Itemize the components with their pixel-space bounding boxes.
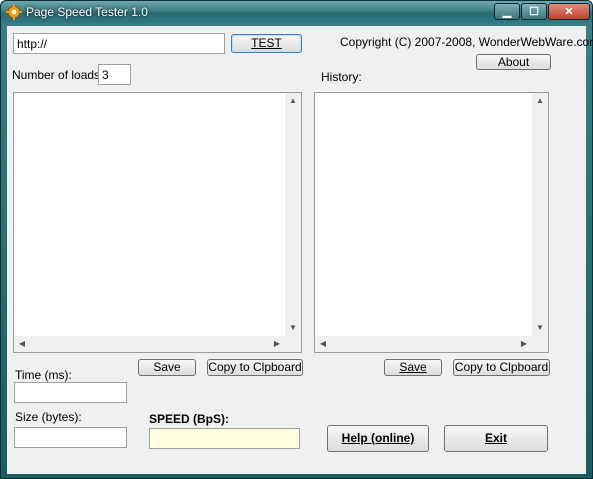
results-horizontal-scrollbar[interactable]: ◀ ▶ — [14, 336, 285, 352]
scroll-up-arrow-icon[interactable]: ▲ — [532, 93, 548, 109]
history-horizontal-scrollbar[interactable]: ◀ ▶ — [315, 336, 532, 352]
number-of-loads-input[interactable] — [98, 64, 131, 85]
gear-app-icon — [6, 4, 22, 20]
scroll-right-arrow-icon[interactable]: ▶ — [516, 336, 532, 352]
history-listbox[interactable]: ▲ ▼ ◀ ▶ — [314, 92, 549, 353]
results-copy-to-clipboard-button[interactable]: Copy to Clpboard — [207, 359, 303, 376]
exit-label: Exit — [484, 431, 507, 445]
maximize-button[interactable]: ☐ — [521, 3, 547, 20]
number-of-loads-label: Number of loads: — [12, 68, 104, 82]
scroll-up-arrow-icon[interactable]: ▲ — [285, 93, 301, 109]
exit-button[interactable]: Exit — [444, 425, 548, 452]
test-button-label: TEST — [251, 36, 282, 50]
history-save-button[interactable]: Save — [384, 359, 442, 376]
client-area: TEST Copyright (C) 2007-2008, WonderWebW… — [7, 26, 593, 474]
test-button[interactable]: TEST — [231, 34, 302, 53]
history-copy-to-clipboard-button[interactable]: Copy to Clpboard — [453, 359, 550, 376]
speed-field[interactable] — [149, 428, 300, 449]
close-button[interactable]: ✕ — [548, 3, 590, 20]
results-listbox[interactable]: ▲ ▼ ◀ ▶ — [13, 92, 302, 353]
history-save-label: Save — [399, 360, 427, 374]
scroll-down-arrow-icon[interactable]: ▼ — [532, 320, 548, 336]
results-save-button[interactable]: Save — [138, 359, 196, 376]
time-label: Time (ms): — [15, 368, 72, 382]
help-online-button[interactable]: Help (online) — [327, 425, 429, 452]
scrollbar-corner — [532, 336, 548, 352]
scroll-right-arrow-icon[interactable]: ▶ — [269, 336, 285, 352]
speed-label: SPEED (BpS): — [149, 412, 230, 426]
results-vertical-scrollbar[interactable]: ▲ ▼ — [285, 93, 301, 336]
title-bar[interactable]: Page Speed Tester 1.0 ▁ ☐ ✕ — [1, 1, 592, 23]
history-vertical-scrollbar[interactable]: ▲ ▼ — [532, 93, 548, 336]
scrollbar-corner — [285, 336, 301, 352]
size-field[interactable] — [14, 427, 127, 448]
app-window: Page Speed Tester 1.0 ▁ ☐ ✕ TEST Copyrig… — [0, 0, 593, 479]
time-field[interactable] — [14, 382, 127, 403]
scroll-down-arrow-icon[interactable]: ▼ — [285, 320, 301, 336]
scroll-left-arrow-icon[interactable]: ◀ — [315, 336, 331, 352]
window-title: Page Speed Tester 1.0 — [26, 5, 148, 19]
history-label: History: — [321, 70, 362, 84]
size-label: Size (bytes): — [15, 410, 82, 424]
minimize-button[interactable]: ▁ — [494, 3, 520, 20]
scroll-left-arrow-icon[interactable]: ◀ — [14, 336, 30, 352]
about-button[interactable]: About — [476, 54, 551, 70]
url-input[interactable] — [13, 33, 225, 54]
copyright-text: Copyright (C) 2007-2008, WonderWebWare.c… — [340, 35, 593, 49]
help-online-label: Help (online) — [341, 431, 415, 445]
